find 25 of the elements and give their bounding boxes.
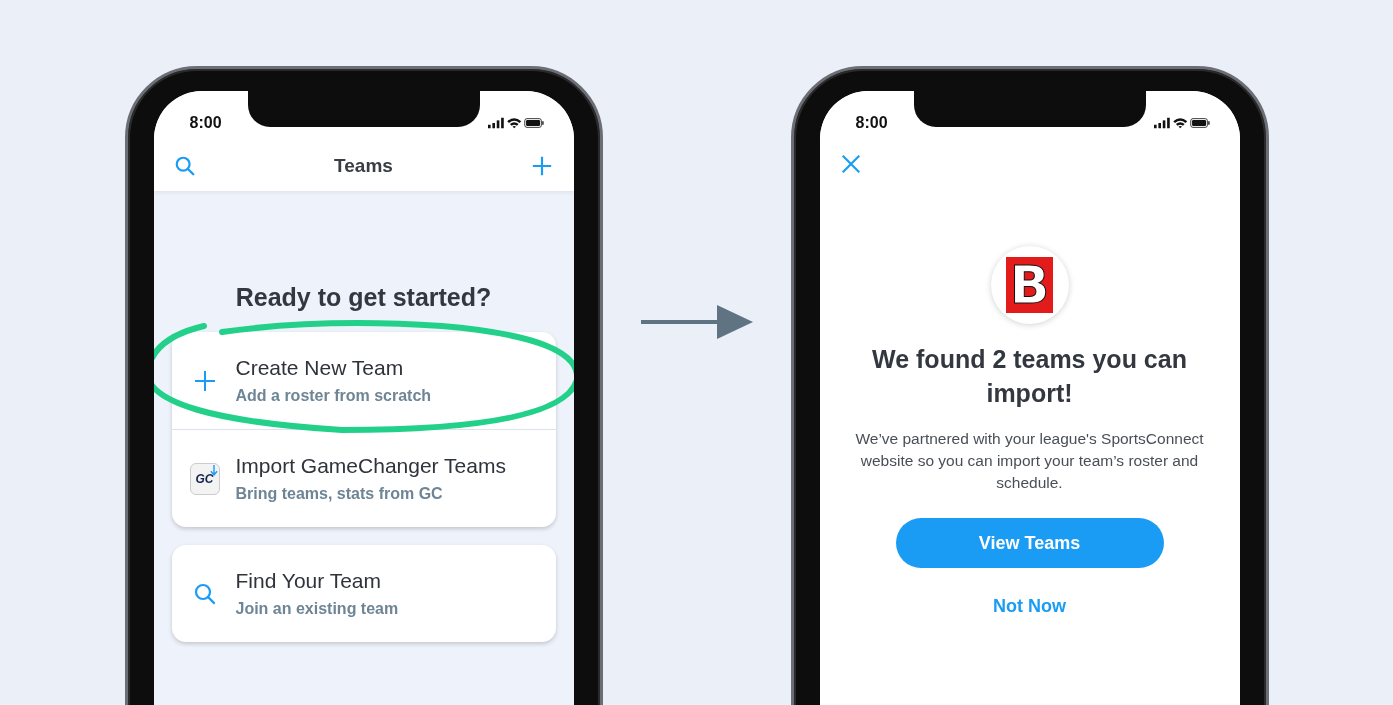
search-icon[interactable] [173,155,196,177]
option-subtitle: Bring teams, stats from GC [235,485,444,503]
import-message: We’ve partnered with your league's SportsConnect website so you can import your team’s roster and schedule. [854,429,1205,493]
option-subtitle: Join an existing team [235,600,399,618]
nav-title: Teams [334,155,393,177]
option-item[interactable]: GC Import GameChanger Teams Bring teams, stats from GC [171,429,556,527]
add-icon[interactable] [531,155,554,177]
option-item[interactable]: Find Your Team Join an existing team [171,545,556,642]
app-logo-icon: GC [189,462,220,495]
heading: Ready to get started? [234,283,493,312]
option-item[interactable]: Create New Team Add a roster from scratch [171,332,556,429]
status-icons [1153,116,1210,130]
team-logo: B [990,246,1069,324]
option-title: Find Your Team [235,569,383,593]
status-icons [487,116,544,130]
search-icon [192,581,217,606]
option-subtitle: Add a roster from scratch [235,387,432,405]
close-icon[interactable] [839,153,862,175]
import-heading: We found 2 teams you can import! [871,344,1188,409]
right-arrow-icon [640,302,753,342]
option-title: Create New Team [235,356,405,380]
status-time: 8:00 [189,114,222,132]
plus-icon [192,368,217,393]
status-time: 8:00 [855,114,888,132]
option-title: Import GameChanger Teams [235,454,506,478]
